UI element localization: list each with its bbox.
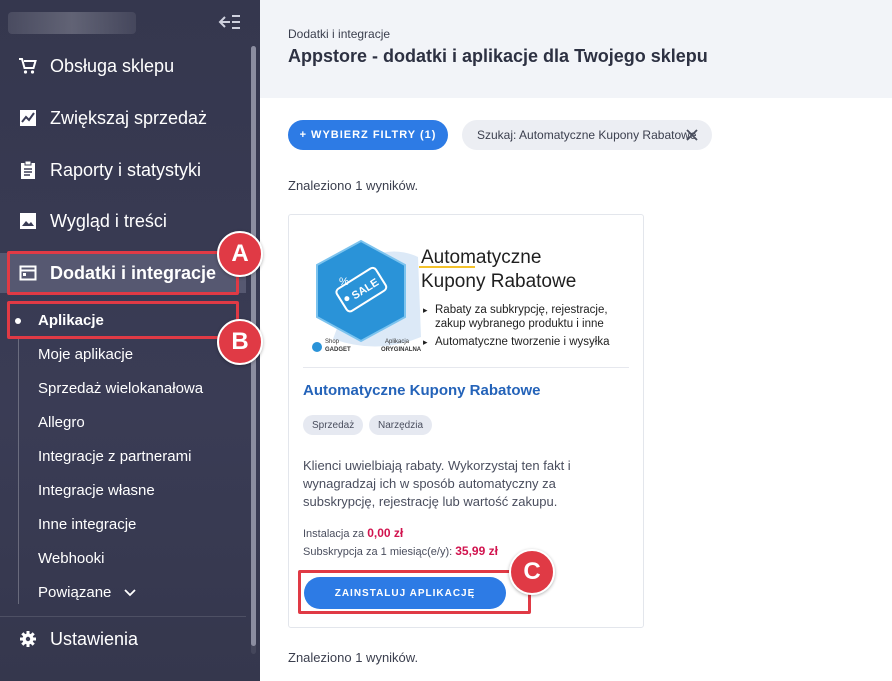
svg-text:GADGET: GADGET xyxy=(325,347,351,353)
submenu-item-integracje-z-partnerami[interactable]: Integracje z partnerami xyxy=(38,446,191,468)
install-price-row: Instalacja za 0,00 zł xyxy=(303,526,403,540)
annotation-marker-b: B xyxy=(217,319,263,365)
sidebar-item-ustawienia[interactable]: Ustawienia xyxy=(0,619,246,659)
sidebar-item-label: Wygląd i treści xyxy=(50,210,167,231)
sidebar-item-label: Ustawienia xyxy=(50,628,139,649)
chevron-down-icon xyxy=(123,582,136,604)
tag-sprzedaz[interactable]: Sprzedaż xyxy=(303,415,364,435)
install-price-label: Instalacja za xyxy=(303,528,365,540)
app-card: SALE % Shop GADGET Aplikacja ORYGINALNA … xyxy=(288,214,644,628)
breadcrumb[interactable]: Dodatki i integracje xyxy=(288,27,390,41)
sidebar-item-obsluga-sklepu[interactable]: Obsługa sklepu xyxy=(0,46,246,86)
sidebar-item-wyglad[interactable]: Wygląd i treści xyxy=(0,201,246,241)
highlight-box-b xyxy=(7,301,239,339)
app-title-link[interactable]: Automatyczne Kupony Rabatowe xyxy=(303,382,541,399)
submenu-item-sprzedaz-wielokanalowa[interactable]: Sprzedaż wielokanałowa xyxy=(38,378,203,400)
chart-icon xyxy=(18,108,38,128)
subscription-price-value: 35,99 zł xyxy=(455,544,498,558)
svg-text:%: % xyxy=(339,276,349,288)
close-icon[interactable] xyxy=(684,127,700,143)
sidebar-item-zwiekszaj-sprzedaz[interactable]: Zwiększaj sprzedaż xyxy=(0,98,246,138)
install-price-value: 0,00 zł xyxy=(367,526,404,540)
subscription-price-row: Subskrypcja za 1 miesiąc(e/y): 35,99 zł xyxy=(303,544,498,558)
page-header: Dodatki i integracje Appstore - dodatki … xyxy=(260,0,892,98)
svg-text:▸: ▸ xyxy=(423,305,428,315)
results-count-top: Znaleziono 1 wyników. xyxy=(288,178,419,193)
annotation-marker-c: C xyxy=(509,549,555,595)
search-chip-label: Szukaj: Automatyczne Kupony Rabatowe xyxy=(477,128,697,142)
submenu-item-webhooki[interactable]: Webhooki xyxy=(38,548,104,570)
svg-text:ORYGINALNA: ORYGINALNA xyxy=(381,347,422,353)
highlight-box-a xyxy=(7,251,239,295)
svg-text:Rabaty za subkrypcję, rejestra: Rabaty za subkrypcję, rejestracje, xyxy=(435,304,608,316)
submenu-item-powiazane[interactable]: Powiązane xyxy=(38,582,136,604)
gear-icon xyxy=(18,629,38,649)
svg-text:Kupony Rabatowe: Kupony Rabatowe xyxy=(421,271,576,292)
submenu-item-allegro[interactable]: Allegro xyxy=(38,412,85,434)
sidebar-item-raporty[interactable]: Raporty i statystyki xyxy=(0,150,246,190)
clipboard-icon xyxy=(18,160,38,180)
sidebar-item-label: Zwiększaj sprzedaż xyxy=(50,107,208,128)
submenu-item-moje-aplikacje[interactable]: Moje aplikacje xyxy=(38,344,133,366)
tag-narzedzia[interactable]: Narzędzia xyxy=(369,415,433,435)
choose-filters-button[interactable]: + WYBIERZ FILTRY (1) xyxy=(288,120,448,150)
page-title: Appstore - dodatki i aplikacje dla Twoje… xyxy=(288,46,708,66)
annotation-marker-a: A xyxy=(217,231,263,277)
search-filter-chip: Szukaj: Automatyczne Kupony Rabatowe xyxy=(462,120,712,150)
svg-text:Shop: Shop xyxy=(325,339,340,345)
sidebar-divider xyxy=(0,616,246,617)
submenu-item-inne-integracje[interactable]: Inne integracje xyxy=(38,514,136,536)
collapse-sidebar-icon[interactable] xyxy=(216,12,242,32)
card-divider xyxy=(303,367,629,368)
svg-text:▸: ▸ xyxy=(423,337,428,347)
submenu-item-integracje-wlasne[interactable]: Integracje własne xyxy=(38,480,155,502)
svg-text:Automatyczne: Automatyczne xyxy=(421,247,541,268)
app-banner-image[interactable]: SALE % Shop GADGET Aplikacja ORYGINALNA … xyxy=(303,227,629,367)
subscription-price-label: Subskrypcja za 1 miesiąc(e/y): xyxy=(303,546,453,558)
store-logo[interactable] xyxy=(8,12,136,34)
results-count-bottom: Znaleziono 1 wyników. xyxy=(288,650,419,665)
sidebar-item-label: Obsługa sklepu xyxy=(50,55,175,76)
svg-text:Aplikacja: Aplikacja xyxy=(385,339,410,345)
svg-text:zakup wybranego produktu i inn: zakup wybranego produktu i inne xyxy=(435,318,604,330)
image-icon xyxy=(18,211,38,231)
submenu-line xyxy=(18,338,19,604)
svg-text:Automatyczne tworzenie i wysył: Automatyczne tworzenie i wysyłka xyxy=(435,336,610,348)
cart-icon xyxy=(18,56,38,76)
app-description: Klienci uwielbiają rabaty. Wykorzystaj t… xyxy=(303,458,571,509)
submenu-item-label: Powiązane xyxy=(38,584,112,601)
sidebar-item-label: Raporty i statystyki xyxy=(50,159,202,180)
highlight-box-c xyxy=(298,570,531,614)
